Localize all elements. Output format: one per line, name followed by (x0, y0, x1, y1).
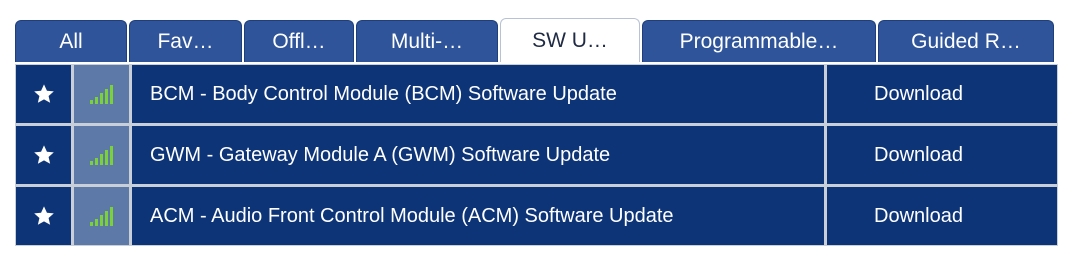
sw-update-panel: All Fav… Offl… Multi-… SW U… Programmabl… (15, 18, 1058, 246)
tab-label: All (59, 29, 83, 53)
module-name: ACM - Audio Front Control Module (ACM) S… (132, 187, 824, 245)
tab-label: Programmable… (679, 29, 839, 53)
tab-label: Fav… (157, 29, 214, 53)
signal-cell (74, 187, 129, 245)
signal-cell (74, 126, 129, 184)
favorite-toggle[interactable] (16, 187, 71, 245)
list-item[interactable]: GWM - Gateway Module A (GWM) Software Up… (16, 126, 1057, 184)
tab-multi[interactable]: Multi-… (356, 20, 498, 62)
tab-label: Guided R… (911, 29, 1021, 53)
module-name: GWM - Gateway Module A (GWM) Software Up… (132, 126, 824, 184)
tab-label: Multi-… (390, 29, 464, 53)
tab-label: Offl… (272, 29, 326, 53)
list-item[interactable]: ACM - Audio Front Control Module (ACM) S… (16, 187, 1057, 245)
signal-bars-icon (89, 83, 115, 105)
star-icon (33, 205, 55, 227)
module-name: BCM - Body Control Module (BCM) Software… (132, 65, 824, 123)
tab-programmable[interactable]: Programmable… (642, 20, 876, 62)
tab-bar: All Fav… Offl… Multi-… SW U… Programmabl… (15, 18, 1058, 62)
download-button[interactable]: Download (827, 187, 1057, 245)
star-icon (33, 144, 55, 166)
tab-sw-update[interactable]: SW U… (500, 18, 640, 62)
tab-all[interactable]: All (15, 20, 127, 62)
signal-bars-icon (89, 144, 115, 166)
tab-offline[interactable]: Offl… (244, 20, 354, 62)
tab-favorites[interactable]: Fav… (129, 20, 242, 62)
tab-label: SW U… (532, 28, 608, 52)
signal-cell (74, 65, 129, 123)
download-button[interactable]: Download (827, 126, 1057, 184)
star-icon (33, 83, 55, 105)
tab-guided-routines[interactable]: Guided R… (878, 20, 1054, 62)
download-button[interactable]: Download (827, 65, 1057, 123)
favorite-toggle[interactable] (16, 65, 71, 123)
signal-bars-icon (89, 205, 115, 227)
update-list: BCM - Body Control Module (BCM) Software… (15, 64, 1058, 246)
list-item[interactable]: BCM - Body Control Module (BCM) Software… (16, 65, 1057, 123)
favorite-toggle[interactable] (16, 126, 71, 184)
